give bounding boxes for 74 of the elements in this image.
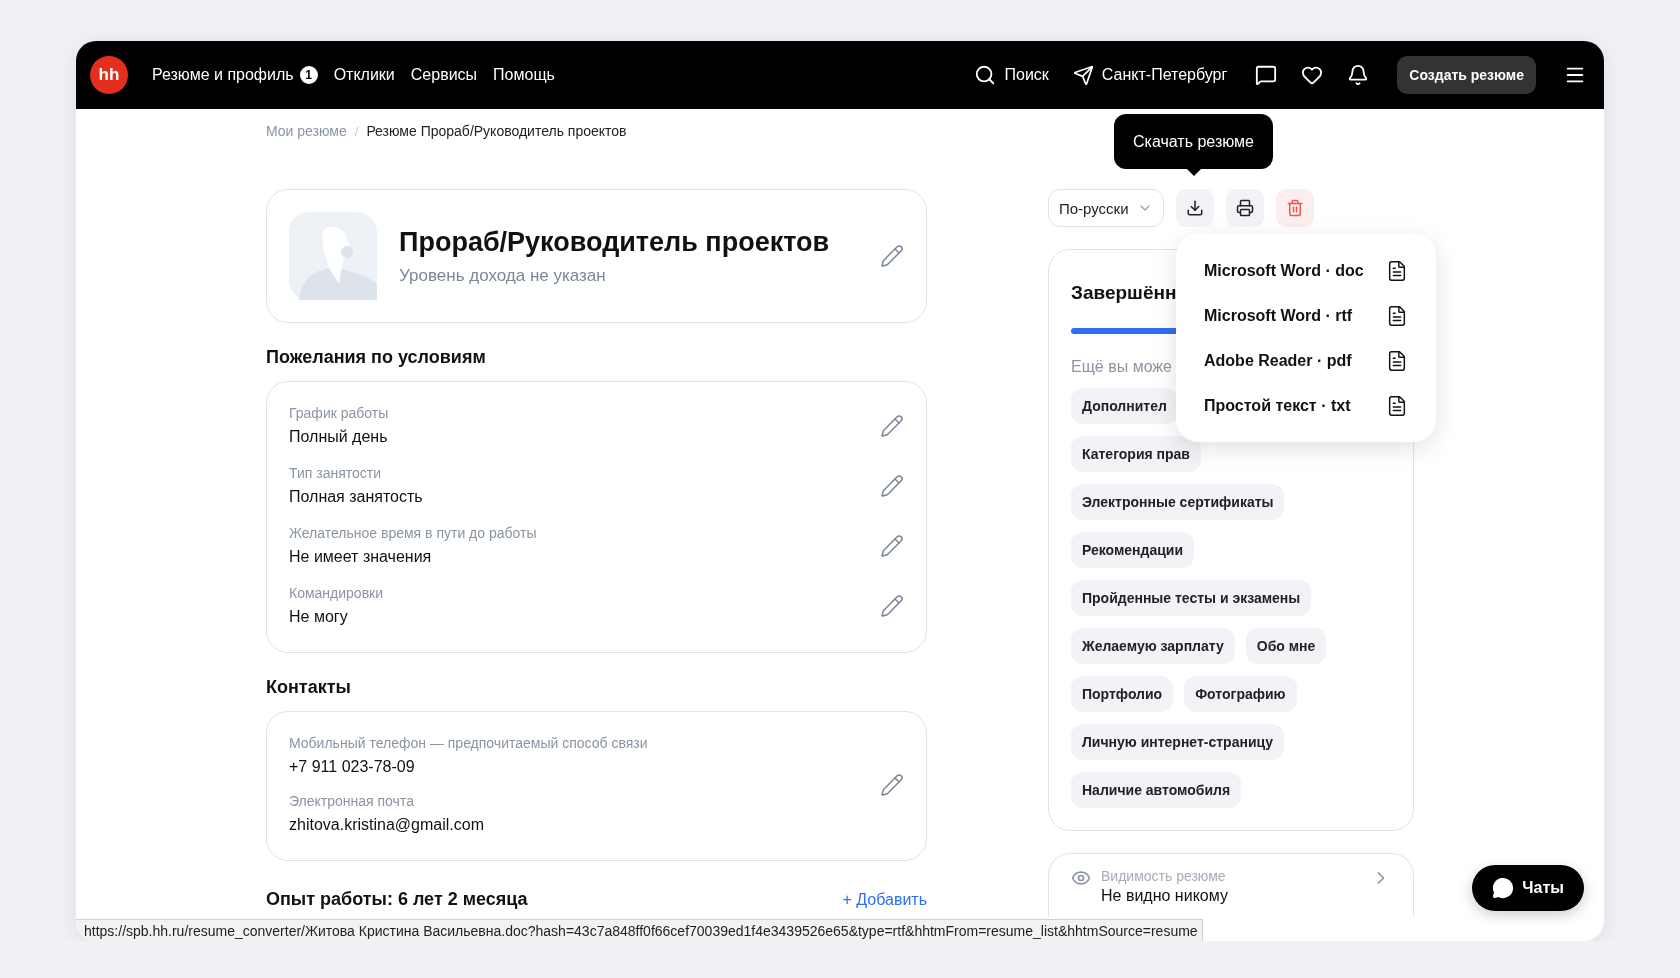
- eye-icon: [1071, 868, 1091, 888]
- nav-link[interactable]: Сервисы: [410, 66, 478, 84]
- field-value: Полный день: [289, 427, 389, 447]
- field-label: Мобильный телефон — предпочитаемый способ связи: [289, 734, 649, 752]
- field-label: График работы: [289, 404, 390, 422]
- status-url: https://spb.hh.ru/resume_converter/Житова Кристина Васильевна.doc?hash=43c7a848ff0f66cef70039ed1f4e3439526e65&type=rtf&hhtmFrom=resume_list&hhtmSource=resume: [76, 919, 1203, 941]
- menu-item[interactable]: Microsoft Word · doc: [1176, 248, 1436, 293]
- search-link[interactable]: Поиск: [974, 64, 1049, 86]
- menu-item[interactable]: Microsoft Word · rtf: [1176, 293, 1436, 338]
- pencil-icon[interactable]: [880, 594, 904, 618]
- suggestion-chip[interactable]: Дополнител: [1071, 388, 1178, 424]
- field-label: Командировки: [289, 584, 385, 602]
- field-value: Не могу: [289, 607, 349, 627]
- delete-button[interactable]: [1276, 189, 1314, 227]
- menu-item[interactable]: Простой текст · txt: [1176, 383, 1436, 428]
- pencil-icon[interactable]: [880, 474, 904, 498]
- field-label: Желательное время в пути до работы: [289, 524, 538, 542]
- add-link[interactable]: + Добавить: [842, 890, 927, 909]
- nav-link[interactable]: Резюме и профиль 1: [152, 66, 318, 84]
- chats-button[interactable]: Чаты: [1472, 865, 1584, 911]
- field-label: Тип занятости: [289, 464, 383, 482]
- suggestion-chip[interactable]: Категория прав: [1071, 436, 1201, 472]
- breadcrumb-separator: /: [354, 123, 359, 139]
- search-icon: [974, 64, 997, 86]
- document-icon: [1386, 349, 1408, 372]
- section-heading: Контакты: [266, 677, 352, 698]
- nav-link[interactable]: Отклики: [333, 66, 395, 84]
- suggestion-chip[interactable]: Наличие автомобиля: [1071, 772, 1242, 808]
- download-icon: [1186, 199, 1204, 217]
- suggestion-chip[interactable]: Рекомендации: [1071, 532, 1195, 568]
- visibility-card[interactable]: Видимость резюме Не видно никому: [1048, 853, 1414, 917]
- suggestion-chip[interactable]: Личную интернет-страницу: [1071, 724, 1284, 760]
- field-value: Не имеет значения: [289, 547, 433, 567]
- income-level: Уровень дохода не указан: [399, 265, 607, 286]
- city-link[interactable]: Санкт-Петербург: [1072, 64, 1228, 86]
- suggestion-chip[interactable]: Фотографию: [1184, 676, 1297, 712]
- section-heading: Пожелания по условиям: [266, 347, 487, 368]
- field-value: +7 911 023-78-09: [289, 757, 416, 777]
- document-icon: [1386, 394, 1408, 417]
- tooltip: Скачать резюме: [1114, 114, 1273, 169]
- pencil-icon[interactable]: [880, 534, 904, 558]
- document-icon: [1386, 259, 1408, 282]
- tooltip-arrow-icon: [1186, 169, 1201, 176]
- download-button[interactable]: [1176, 189, 1214, 227]
- paper-plane-icon: [1072, 64, 1094, 86]
- hint-text: Ещё вы може: [1071, 358, 1172, 376]
- field-value: zhitova.kristina@gmail.com: [289, 815, 485, 835]
- document-icon: [1386, 304, 1408, 327]
- pencil-icon[interactable]: [880, 773, 904, 797]
- pencil-icon[interactable]: [880, 414, 904, 438]
- notification-badge: 1: [299, 66, 318, 84]
- language-select[interactable]: По-русски: [1048, 189, 1164, 227]
- suggestion-chip[interactable]: Желаемую зарплату: [1071, 628, 1235, 664]
- field-label: Видимость резюме: [1101, 868, 1227, 884]
- suggestion-chip[interactable]: Портфолио: [1071, 676, 1174, 712]
- trash-icon: [1286, 199, 1304, 217]
- suggestion-chip[interactable]: Электронные сертификаты: [1071, 484, 1285, 520]
- resume-title: Прораб/Руководитель проектов: [399, 226, 831, 258]
- menu-item[interactable]: Adobe Reader · pdf: [1176, 338, 1436, 383]
- pencil-icon[interactable]: [880, 244, 904, 268]
- print-button[interactable]: [1226, 189, 1264, 227]
- create-resume-button[interactable]: Создать резюме: [1397, 56, 1536, 94]
- field-value: Полная занятость: [289, 487, 424, 507]
- logo[interactable]: hh: [90, 56, 128, 94]
- chat-icon: [1492, 877, 1515, 899]
- nav-link[interactable]: Помощь: [493, 66, 555, 84]
- card-title: Завершённ: [1071, 282, 1178, 304]
- field-value: Не видно никому: [1101, 887, 1229, 905]
- section-heading: Опыт работы: 6 лет 2 месяца: [266, 889, 528, 910]
- field-label: Электронная почта: [289, 792, 415, 810]
- suggestion-chip[interactable]: Обо мне: [1245, 628, 1327, 664]
- breadcrumb-link[interactable]: Резюме Прораб/Руководитель проектов: [366, 123, 627, 139]
- suggestion-chip[interactable]: Пройденные тесты и экзамены: [1071, 580, 1312, 616]
- printer-icon: [1236, 199, 1254, 217]
